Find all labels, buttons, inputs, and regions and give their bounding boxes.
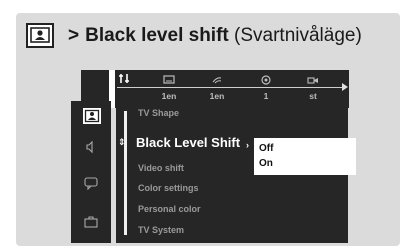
sidebar-audio-icon[interactable] bbox=[83, 140, 99, 154]
title-main: Black level shift bbox=[85, 25, 229, 46]
top-bar-value-audio: 1en bbox=[209, 91, 225, 101]
menu-item-tv-shape[interactable]: TV Shape bbox=[138, 108, 179, 118]
sidebar-subtitle-icon[interactable] bbox=[83, 176, 99, 191]
menu-item-black-level-shift[interactable]: Black Level Shift bbox=[136, 135, 240, 150]
top-bar-value-angle: 1 bbox=[263, 91, 269, 101]
cursor-updown-icon: ⇕ bbox=[118, 137, 126, 147]
menu-item-tv-system[interactable]: TV System bbox=[138, 225, 184, 235]
picture-setup-icon bbox=[26, 23, 54, 48]
osd-menu-panel: ⇕ TV Shape Black Level Shift › Video shi… bbox=[116, 101, 356, 243]
top-bar-value-camera: st bbox=[309, 91, 317, 101]
menu-item-personal-color[interactable]: Personal color bbox=[138, 204, 201, 214]
submenu-arrow-icon: › bbox=[246, 140, 249, 150]
page-title: > Black level shift (Svartnivåläge) bbox=[68, 25, 362, 47]
breadcrumb-chevron: > bbox=[68, 25, 80, 46]
screen-frame: > Black level shift (Svartnivåläge) 1en 1… bbox=[16, 13, 400, 246]
title-translation: (Svartnivåläge) bbox=[234, 25, 362, 46]
sidebar-picture-icon[interactable] bbox=[83, 108, 101, 124]
settings-icon[interactable] bbox=[118, 73, 130, 87]
top-bar-divider bbox=[117, 87, 345, 88]
menu-divider bbox=[124, 111, 127, 235]
top-bar-arrow-icon bbox=[342, 83, 348, 91]
option-off[interactable]: Off bbox=[259, 143, 273, 154]
osd-sidebar bbox=[71, 101, 111, 243]
sidebar-preference-icon[interactable] bbox=[83, 215, 99, 229]
menu-item-color-settings[interactable]: Color settings bbox=[138, 183, 199, 193]
option-popup: Off On bbox=[254, 138, 356, 175]
option-on[interactable]: On bbox=[259, 158, 273, 169]
top-bar-value-subtitle: 1en bbox=[161, 91, 177, 101]
menu-item-video-shift[interactable]: Video shift bbox=[138, 163, 184, 173]
